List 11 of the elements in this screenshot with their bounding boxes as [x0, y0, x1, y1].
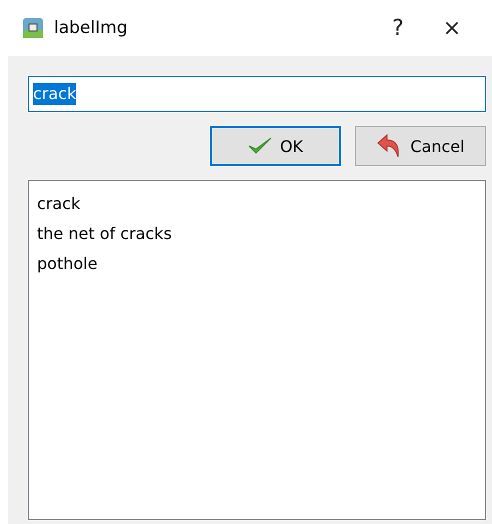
close-button[interactable]: × — [430, 8, 474, 48]
ok-button[interactable]: OK — [210, 126, 341, 166]
help-button[interactable]: ? — [376, 8, 420, 48]
cancel-button[interactable]: Cancel — [355, 126, 486, 166]
checkmark-icon — [248, 137, 272, 155]
list-item[interactable]: crack — [37, 189, 477, 219]
label-input-field[interactable]: crack — [28, 76, 486, 112]
list-item[interactable]: pothole — [37, 249, 477, 279]
window-title: labelImg — [54, 18, 128, 38]
app-icon — [22, 17, 44, 39]
list-item[interactable]: the net of cracks — [37, 219, 477, 249]
